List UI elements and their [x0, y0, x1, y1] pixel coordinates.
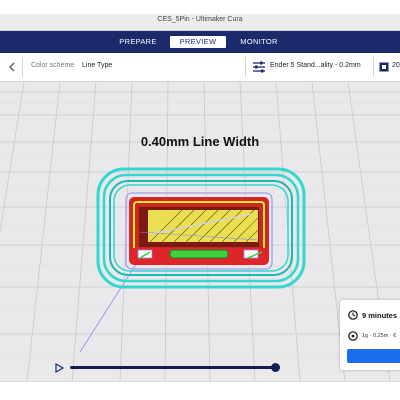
color-scheme-select[interactable]: Line Type	[82, 62, 112, 69]
toolbar-divider	[373, 57, 374, 77]
view-toolbar: Color scheme Line Type Ender 5 Stand...a…	[0, 53, 400, 82]
print-summary-panel: 9 minutes 1g · 0.25m · € S	[340, 300, 400, 370]
window-title: CES_5Pin - Ultimaker Cura	[157, 16, 243, 23]
clock-icon	[348, 310, 358, 320]
stage-header: PREPARE PREVIEW MONITOR	[0, 31, 400, 53]
tab-prepare[interactable]: PREPARE	[112, 36, 164, 48]
support-value: 20	[392, 62, 400, 69]
toolbar-divider	[245, 57, 246, 77]
playback-slider-track[interactable]	[70, 366, 276, 369]
layer-playback-bar	[0, 358, 300, 378]
tab-preview[interactable]: PREVIEW	[170, 36, 226, 48]
support-icon[interactable]	[379, 62, 389, 72]
print-time: 9 minutes	[362, 311, 398, 320]
save-button[interactable]: S	[347, 349, 400, 363]
preview-viewport[interactable]: 0.40mm Line Width 9 minutes 1g · 0.25m ·…	[0, 82, 400, 382]
print-profile[interactable]: Ender 5 Stand...ality - 0.2mm	[270, 62, 361, 69]
toolbar-divider	[22, 57, 23, 77]
settings-sliders-icon[interactable]	[252, 61, 266, 73]
color-scheme-label: Color scheme	[31, 62, 75, 69]
title-bar: CES_5Pin - Ultimaker Cura	[0, 14, 400, 31]
playback-slider-handle[interactable]	[271, 363, 280, 372]
spool-icon	[348, 331, 358, 341]
play-icon[interactable]	[55, 363, 64, 373]
cura-window: CES_5Pin - Ultimaker Cura PREPARE PREVIE…	[0, 14, 400, 382]
chevron-left-icon[interactable]	[8, 62, 16, 72]
material-usage: 1g · 0.25m · €	[362, 333, 397, 339]
tab-monitor[interactable]: MONITOR	[232, 36, 286, 48]
